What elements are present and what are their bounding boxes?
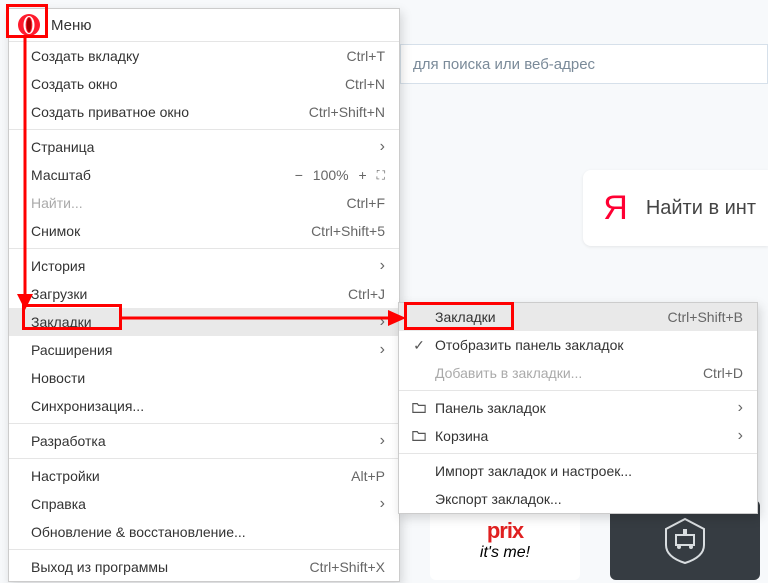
menu-zoom[interactable]: Масштаб − 100% + ⛶ xyxy=(9,161,399,189)
menu-separator xyxy=(9,549,399,550)
menu-developer[interactable]: Разработка › xyxy=(9,427,399,455)
menu-new-tab[interactable]: Создать вкладку Ctrl+T xyxy=(9,42,399,70)
chevron-right-icon: › xyxy=(380,496,385,512)
menu-downloads[interactable]: Загрузки Ctrl+J xyxy=(9,280,399,308)
fullscreen-icon[interactable]: ⛶ xyxy=(377,168,385,183)
menu-extensions[interactable]: Расширения › xyxy=(9,336,399,364)
yandex-search-widget[interactable]: Я Найти в инт xyxy=(583,170,768,246)
folder-icon xyxy=(409,429,429,443)
menu-exit[interactable]: Выход из программы Ctrl+Shift+X xyxy=(9,553,399,581)
folder-icon xyxy=(409,401,429,415)
chevron-right-icon: › xyxy=(380,258,385,274)
zoom-out-button[interactable]: − xyxy=(291,167,307,183)
menu-news[interactable]: Новости xyxy=(9,364,399,392)
zoom-value: 100% xyxy=(313,167,349,183)
menu-header: Меню xyxy=(9,9,399,42)
menu-page[interactable]: Страница › xyxy=(9,133,399,161)
menu-separator xyxy=(9,129,399,130)
submenu-bookmarks[interactable]: Закладки Ctrl+Shift+B xyxy=(399,303,757,331)
check-icon: ✓ xyxy=(409,337,429,354)
wot-logo-icon xyxy=(660,515,710,565)
menu-separator xyxy=(9,248,399,249)
menu-history[interactable]: История › xyxy=(9,252,399,280)
chevron-right-icon: › xyxy=(380,342,385,358)
menu-settings[interactable]: Настройки Alt+P xyxy=(9,462,399,490)
submenu-separator xyxy=(399,390,757,391)
bookmarks-submenu: Закладки Ctrl+Shift+B ✓ Отобразить панел… xyxy=(398,302,758,514)
submenu-export-bookmarks[interactable]: Экспорт закладок... xyxy=(399,485,757,513)
zoom-in-button[interactable]: + xyxy=(355,167,371,183)
submenu-add-bookmark[interactable]: Добавить в закладки... Ctrl+D xyxy=(399,359,757,387)
menu-new-private-window[interactable]: Создать приватное окно Ctrl+Shift+N xyxy=(9,98,399,126)
menu-snapshot[interactable]: Снимок Ctrl+Shift+5 xyxy=(9,217,399,245)
menu-bookmarks[interactable]: Закладки › xyxy=(9,308,399,336)
chevron-right-icon: › xyxy=(738,399,743,417)
thumb-prix-line2: it's me! xyxy=(480,544,530,562)
thumb-prix-line1: prix xyxy=(487,518,523,544)
menu-title: Меню xyxy=(51,17,92,34)
chevron-right-icon: › xyxy=(738,427,743,445)
yandex-logo-letter: Я xyxy=(603,189,628,228)
chevron-right-icon: › xyxy=(380,433,385,449)
menu-help[interactable]: Справка › xyxy=(9,490,399,518)
submenu-import-bookmarks[interactable]: Импорт закладок и настроек... xyxy=(399,457,757,485)
address-bar[interactable]: для поиска или веб-адрес xyxy=(400,44,768,84)
chevron-right-icon: › xyxy=(380,139,385,155)
menu-new-window[interactable]: Создать окно Ctrl+N xyxy=(9,70,399,98)
menu-separator xyxy=(9,458,399,459)
menu-separator xyxy=(9,423,399,424)
menu-update-recovery[interactable]: Обновление & восстановление... xyxy=(9,518,399,546)
opera-logo-icon xyxy=(17,13,41,37)
yandex-text: Найти в инт xyxy=(646,197,756,220)
submenu-show-bookmarks-bar[interactable]: ✓ Отобразить панель закладок xyxy=(399,331,757,359)
menu-find[interactable]: Найти... Ctrl+F xyxy=(9,189,399,217)
submenu-trash[interactable]: Корзина › xyxy=(399,422,757,450)
menu-sync[interactable]: Синхронизация... xyxy=(9,392,399,420)
submenu-separator xyxy=(399,453,757,454)
opera-main-menu: Меню Создать вкладку Ctrl+T Создать окно… xyxy=(8,8,400,582)
address-bar-placeholder: для поиска или веб-адрес xyxy=(413,56,595,73)
submenu-bookmarks-bar-folder[interactable]: Панель закладок › xyxy=(399,394,757,422)
chevron-right-icon: › xyxy=(380,314,385,330)
